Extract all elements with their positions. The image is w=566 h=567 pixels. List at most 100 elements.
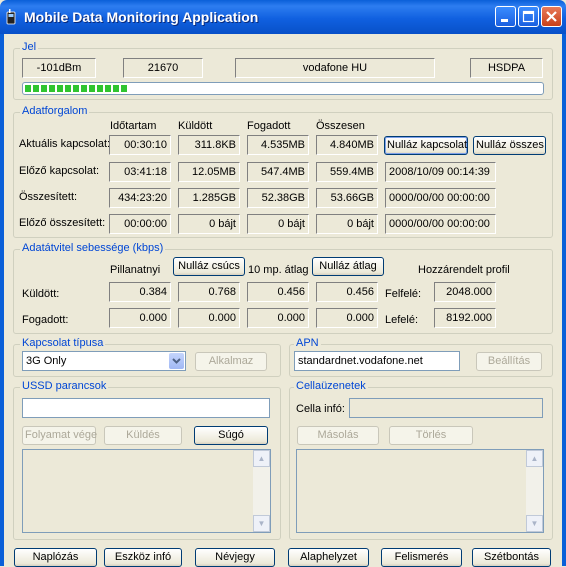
help-button[interactable]: Súgó <box>194 426 268 445</box>
window-title: Mobile Data Monitoring Application <box>24 9 259 25</box>
reset-connection-button[interactable]: Nulláz kapcsolat <box>384 136 468 155</box>
header-duration: Időtartam <box>110 120 157 132</box>
traffic-group-title: Adatforgalom <box>20 105 90 117</box>
maximize-icon <box>522 10 535 23</box>
download-label: Lefelé: <box>385 314 419 326</box>
previous-cumulative-timestamp: 0000/00/00 00:00:00 <box>385 214 496 234</box>
ussd-scrollbar[interactable]: ▲ ▼ <box>253 450 270 532</box>
sent-average: 0.456 <box>247 282 309 302</box>
current-total: 4.840MB <box>316 135 378 155</box>
window-frame-right <box>562 34 566 566</box>
cell-messages-scrollbar[interactable]: ▲ ▼ <box>526 450 543 532</box>
header-received: Fogadott <box>247 120 291 132</box>
previous-cumulative-total: 0 bájt <box>316 214 378 234</box>
phone-icon <box>6 9 16 25</box>
logging-button[interactable]: Naplózás <box>14 548 97 567</box>
end-session-button[interactable]: Folyamat vége <box>22 426 97 445</box>
cell-info-label: Cella infó: <box>296 403 345 415</box>
minimize-button[interactable] <box>495 6 516 27</box>
header-sent: Küldött <box>178 120 213 132</box>
current-sent: 311.8KB <box>178 135 240 155</box>
scroll-up-icon[interactable]: ▲ <box>253 450 270 467</box>
operator-name: vodafone HU <box>235 58 435 78</box>
row-label-cumulative: Összesített: <box>19 191 78 203</box>
ussd-command-input[interactable] <box>22 398 270 418</box>
previous-cumulative-received: 0 bájt <box>247 214 309 234</box>
apn-settings-button[interactable]: Beállítás <box>476 352 542 371</box>
about-button[interactable]: Névjegy <box>195 548 275 567</box>
connection-type-select[interactable]: 3G Only <box>22 351 186 371</box>
copy-button[interactable]: Másolás <box>297 426 379 445</box>
defaults-button[interactable]: Alaphelyzet <box>288 548 369 567</box>
sent-average-peak: 0.456 <box>316 282 378 302</box>
cumulative-timestamp: 0000/00/00 00:00:00 <box>385 188 496 208</box>
download-profile: 8192.000 <box>434 308 496 328</box>
reset-peak-button[interactable]: Nulláz csúcs <box>173 257 245 276</box>
cumulative-received: 52.38GB <box>247 188 309 208</box>
apply-button[interactable]: Alkalmaz <box>195 352 267 371</box>
assigned-profile-label: Hozzárendelt profil <box>418 264 510 276</box>
disconnect-button[interactable]: Szétbontás <box>472 548 551 567</box>
window-frame-left <box>0 34 4 566</box>
sent-peak: 0.768 <box>178 282 240 302</box>
previous-timestamp: 2008/10/09 00:14:39 <box>385 162 496 182</box>
upload-profile: 2048.000 <box>434 282 496 302</box>
device-info-button[interactable]: Eszköz infó <box>104 548 182 567</box>
dropdown-button[interactable] <box>169 353 184 369</box>
speed-group-title: Adatátvitel sebessége (kbps) <box>20 242 166 254</box>
speed-sent-label: Küldött: <box>22 288 60 300</box>
cumulative-total: 53.66GB <box>316 188 378 208</box>
connection-type-group-title: Kapcsolat típusa <box>20 337 106 349</box>
send-ussd-button[interactable]: Küldés <box>104 426 182 445</box>
speed-received-label: Fogadott: <box>22 314 69 326</box>
scroll-down-icon[interactable]: ▼ <box>526 515 543 532</box>
minimize-icon <box>501 19 508 22</box>
previous-received: 547.4MB <box>247 162 309 182</box>
row-label-previous-cumulative: Előző összesített: <box>19 217 106 229</box>
signal-dbm: -101dBm <box>22 58 96 78</box>
cumulative-sent: 1.285GB <box>178 188 240 208</box>
previous-total: 559.4MB <box>316 162 378 182</box>
received-average-peak: 0.000 <box>316 308 378 328</box>
scroll-down-icon[interactable]: ▼ <box>253 515 270 532</box>
received-average: 0.000 <box>247 308 309 328</box>
signal-group-title: Jel <box>20 41 39 53</box>
instant-label: Pillanatnyi <box>110 264 161 276</box>
delete-button[interactable]: Törlés <box>389 426 473 445</box>
current-received: 4.535MB <box>247 135 309 155</box>
row-label-current: Aktuális kapcsolat: <box>19 138 111 150</box>
maximize-button[interactable] <box>518 6 539 27</box>
apn-input[interactable]: standardnet.vodafone.net <box>294 351 460 371</box>
average-label: 10 mp. átlag <box>248 264 309 276</box>
cell-broadcast-group-title: Cellaüzenetek <box>294 380 368 392</box>
previous-sent: 12.05MB <box>178 162 240 182</box>
connection-type-value: 3G Only <box>26 355 67 367</box>
received-instant: 0.000 <box>109 308 171 328</box>
reset-all-button[interactable]: Nulláz összes <box>473 136 546 155</box>
apn-group-title: APN <box>294 337 321 349</box>
previous-cumulative-duration: 00:00:00 <box>109 214 171 234</box>
detect-button[interactable]: Felismerés <box>381 548 462 567</box>
close-icon <box>546 11 557 22</box>
network-type: HSDPA <box>470 58 543 78</box>
previous-duration: 03:41:18 <box>109 162 171 182</box>
cell-id: 21670 <box>123 58 203 78</box>
signal-strength-bar <box>22 82 544 95</box>
sent-instant: 0.384 <box>109 282 171 302</box>
ussd-group-title: USSD parancsok <box>20 380 109 392</box>
upload-label: Felfelé: <box>385 288 422 300</box>
received-peak: 0.000 <box>178 308 240 328</box>
cell-info-field <box>349 398 543 418</box>
header-total: Összesen <box>316 120 365 132</box>
chevron-down-icon <box>172 358 181 364</box>
ussd-response-area[interactable]: ▲ ▼ <box>22 449 271 533</box>
row-label-previous: Előző kapcsolat: <box>19 165 100 177</box>
previous-cumulative-sent: 0 bájt <box>178 214 240 234</box>
cumulative-duration: 434:23:20 <box>109 188 171 208</box>
signal-strength-fill <box>25 85 128 92</box>
scroll-up-icon[interactable]: ▲ <box>526 450 543 467</box>
close-button[interactable] <box>541 6 562 27</box>
current-duration: 00:30:10 <box>109 135 171 155</box>
reset-average-button[interactable]: Nulláz átlag <box>312 257 384 276</box>
cell-messages-area[interactable]: ▲ ▼ <box>296 449 544 533</box>
